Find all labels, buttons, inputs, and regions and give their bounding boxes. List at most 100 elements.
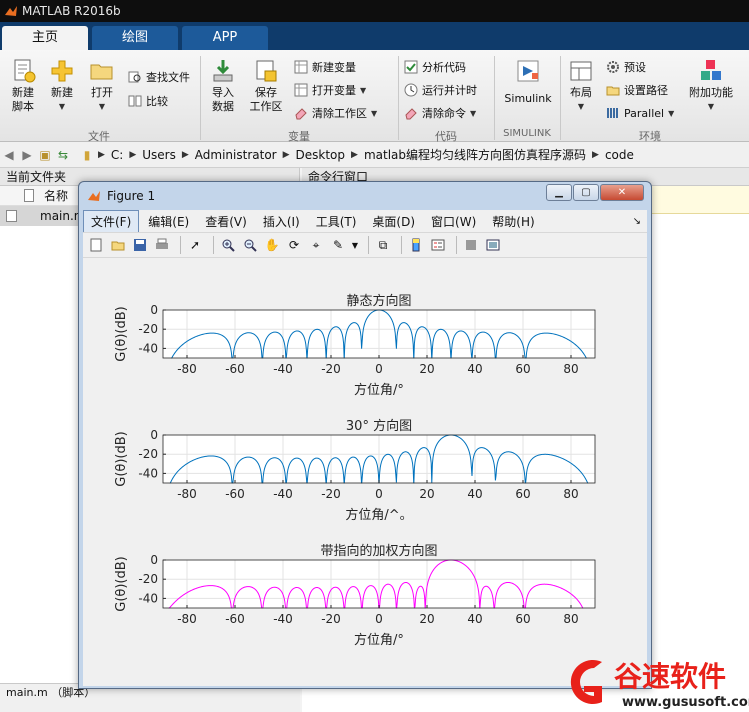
new-script-icon — [14, 59, 36, 83]
layout-label: 布局 — [570, 86, 592, 99]
open-file-icon[interactable] — [109, 236, 127, 254]
chevron-down-icon: ▼ — [668, 108, 675, 118]
breadcrumb-sep-icon: ▶ — [592, 149, 599, 160]
menu-dock-icon[interactable]: ↘ — [633, 216, 641, 227]
set-path-label: 设置路径 — [624, 84, 668, 97]
breadcrumb-desktop[interactable]: Desktop — [296, 148, 346, 162]
figure-toolbar: ➚ ✋ ⟳ ⌖ ✎ ▼ ⧉ — [83, 232, 647, 258]
clear-workspace-label: 清除工作区 — [312, 107, 367, 120]
matlab-desktop: MATLAB R2016b 主页 绘图 APP 新建 脚本 新建 ▼ 打开 ▼ … — [0, 0, 749, 712]
import-data-button[interactable]: 导入 数据 — [206, 58, 240, 114]
hide-plot-tools-icon[interactable] — [462, 236, 480, 254]
link-plot-icon[interactable]: ⧉ — [374, 236, 392, 254]
divider — [200, 56, 201, 140]
x-tick-label: 40 — [467, 362, 482, 376]
analyze-label: 分析代码 — [422, 61, 466, 74]
new-figure-icon[interactable] — [87, 236, 105, 254]
figure-canvas[interactable]: -80 -60 -40 -20 0 20 40 60 80 0 -20 -40 静态方向图 方位角/° G(… — [83, 258, 647, 686]
analyze-code-button[interactable]: 分析代码 — [404, 58, 466, 76]
y-tick-label: -20 — [138, 322, 158, 336]
addons-button[interactable]: 附加功能 ▼ — [688, 58, 734, 114]
menu-edit[interactable]: 编辑(E) — [141, 211, 196, 232]
browse-folder-icon[interactable]: ⇆ — [54, 148, 72, 162]
set-path-button[interactable]: 设置路径 — [606, 81, 668, 99]
matlab-logo-icon — [5, 6, 17, 16]
run-and-time-button[interactable]: 运行并计时 — [404, 81, 477, 99]
brush-icon[interactable]: ✎ — [329, 236, 347, 254]
chevron-down-icon: ▼ — [371, 108, 378, 118]
save-workspace-icon — [256, 60, 277, 82]
figure-menu-bar: 文件(F) 编辑(E) 查看(V) 插入(I) 工具(T) 桌面(D) 窗口(W… — [83, 209, 647, 233]
ribbon: 新建 脚本 新建 ▼ 打开 ▼ 查找文件 比较 文件 导入 数据 保存 工作区 … — [0, 50, 749, 143]
menu-desktop[interactable]: 桌面(D) — [365, 211, 422, 232]
forward-arrow-icon[interactable]: ▶ — [18, 148, 36, 162]
open-button[interactable]: 打开 ▼ — [86, 58, 118, 114]
breadcrumb-administrator[interactable]: Administrator — [195, 148, 277, 162]
menu-tools[interactable]: 工具(T) — [309, 211, 364, 232]
up-folder-icon[interactable]: ▣ — [36, 148, 54, 162]
file-column-icon — [24, 189, 34, 202]
find-files-button[interactable]: 查找文件 — [128, 68, 190, 86]
x-tick-label: 0 — [375, 487, 383, 501]
watermark-logo-icon — [570, 660, 602, 704]
clear-commands-button[interactable]: 清除命令 ▼ — [404, 104, 476, 122]
chevron-down-icon: ▼ — [707, 102, 715, 111]
colorbar-icon[interactable] — [407, 236, 425, 254]
preferences-button[interactable]: 预设 — [606, 58, 646, 76]
x-tick-label: 20 — [419, 487, 434, 501]
simulink-button[interactable]: Simulink — [500, 58, 556, 106]
new-variable-label: 新建变量 — [312, 61, 356, 74]
y-tick-label: -20 — [138, 447, 158, 461]
zoom-out-icon[interactable] — [241, 236, 259, 254]
save-icon[interactable] — [131, 236, 149, 254]
layout-button[interactable]: 布局 ▼ — [566, 58, 596, 114]
data-cursor-icon[interactable]: ⌖ — [307, 236, 325, 254]
tab-plots[interactable]: 绘图 — [92, 26, 178, 50]
compare-button[interactable]: 比较 — [128, 92, 168, 110]
open-variable-button[interactable]: 打开变量 ▼ — [294, 81, 366, 99]
menu-view[interactable]: 查看(V) — [198, 211, 254, 232]
x-tick-label: 80 — [563, 612, 578, 626]
minimize-button[interactable]: ▁ — [546, 184, 572, 201]
x-tick-label: -80 — [177, 487, 197, 501]
new-script-button[interactable]: 新建 脚本 — [6, 58, 40, 114]
toolbar-separator — [401, 236, 402, 254]
show-plot-tools-icon[interactable] — [484, 236, 502, 254]
menu-help[interactable]: 帮助(H) — [485, 211, 541, 232]
y-tick-label: 0 — [150, 553, 158, 567]
breadcrumb-code[interactable]: code — [605, 148, 634, 162]
zoom-in-icon[interactable] — [219, 236, 237, 254]
save-workspace-button[interactable]: 保存 工作区 — [246, 58, 286, 114]
divider — [398, 56, 399, 140]
tab-apps[interactable]: APP — [182, 26, 268, 50]
back-arrow-icon[interactable]: ◀ — [0, 148, 18, 162]
new-script-label: 新建 脚本 — [12, 86, 34, 113]
addons-cubes-icon — [701, 60, 721, 80]
menu-file[interactable]: 文件(F) — [83, 209, 140, 233]
edit-plot-arrow-icon[interactable]: ➚ — [186, 236, 204, 254]
menu-window[interactable]: 窗口(W) — [424, 211, 483, 232]
maximize-button[interactable]: ▢ — [573, 184, 599, 201]
column-name-label: 名称 — [44, 189, 69, 203]
chevron-down-icon[interactable]: ▼ — [351, 236, 359, 254]
breadcrumb-project[interactable]: matlab编程均匀线阵方向图仿真程序源码 — [364, 146, 586, 163]
menu-insert[interactable]: 插入(I) — [256, 211, 307, 232]
breadcrumb-sep-icon: ▶ — [282, 149, 290, 160]
parallel-button[interactable]: Parallel ▼ — [606, 104, 674, 122]
print-icon[interactable] — [153, 236, 171, 254]
new-button[interactable]: 新建 ▼ — [46, 58, 78, 114]
import-label: 导入 数据 — [212, 86, 234, 113]
x-tick-label: -20 — [321, 487, 341, 501]
x-tick-label: -20 — [321, 612, 341, 626]
pan-hand-icon[interactable]: ✋ — [263, 236, 281, 254]
rotate-3d-icon[interactable]: ⟳ — [285, 236, 303, 254]
chart-title: 30° 方向图 — [346, 418, 412, 434]
breadcrumb-drive[interactable]: C: — [111, 148, 123, 162]
breadcrumb-users[interactable]: Users — [142, 148, 176, 162]
clear-workspace-button[interactable]: 清除工作区 ▼ — [294, 104, 377, 122]
close-button[interactable]: ✕ — [600, 184, 644, 201]
new-variable-button[interactable]: 新建变量 — [294, 58, 356, 76]
folder-icon: ▮ — [83, 147, 91, 162]
legend-icon[interactable] — [429, 236, 447, 254]
tab-home[interactable]: 主页 — [2, 26, 88, 50]
